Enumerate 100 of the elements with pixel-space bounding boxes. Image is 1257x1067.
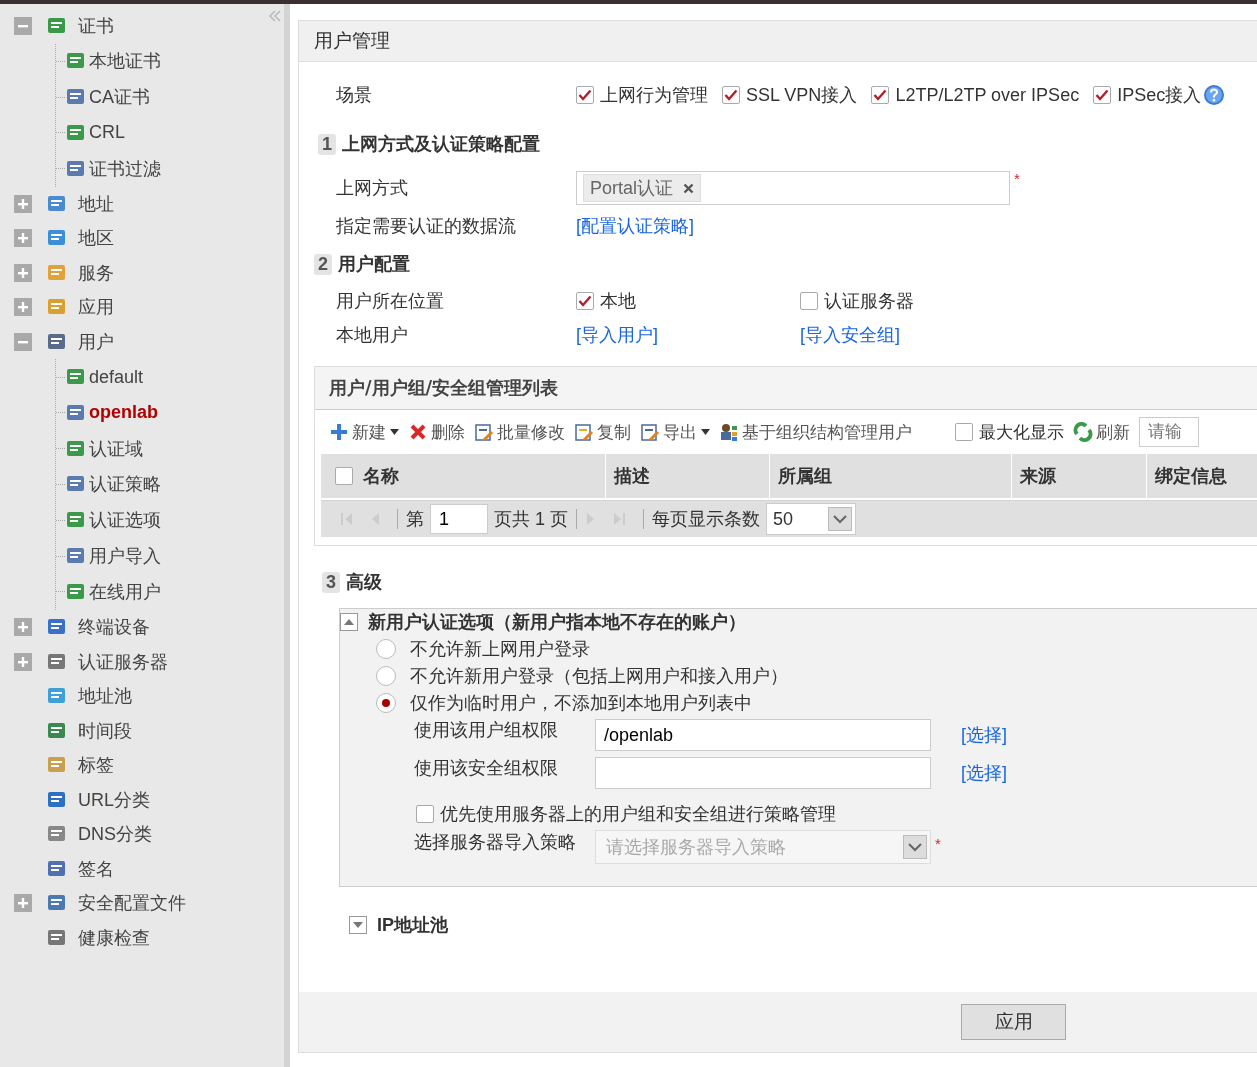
select-link[interactable]: [选择]	[961, 761, 1007, 785]
tree-item[interactable]: 本地证书	[89, 49, 161, 74]
toolbar-button[interactable]: 复制	[574, 420, 631, 444]
toolbar-button[interactable]: 新建	[329, 420, 399, 444]
expand-icon[interactable]	[14, 298, 32, 317]
caret-icon[interactable]	[701, 429, 710, 435]
tree-item[interactable]: 健康检查	[78, 925, 150, 950]
tree-item[interactable]: URL分类	[78, 787, 150, 812]
tag-chip: Portal认证	[583, 174, 702, 202]
tree-item[interactable]: 认证域	[89, 436, 143, 461]
chevron-down-icon[interactable]	[828, 507, 852, 531]
expand-icon[interactable]	[349, 916, 367, 934]
toolbar-button[interactable]: 删除	[408, 420, 465, 444]
tree-item[interactable]: 签名	[78, 856, 114, 881]
field-label: 使用该安全组权限	[414, 757, 559, 780]
page-size-select[interactable]: 50	[766, 503, 856, 535]
pager-text: 第	[406, 508, 424, 531]
import-link[interactable]: [导入用户]	[576, 325, 658, 345]
collapse-icon[interactable]	[14, 332, 32, 351]
checkbox[interactable]	[576, 86, 594, 104]
tree-item[interactable]: 地址池	[78, 684, 132, 708]
column-header[interactable]: 所属组	[778, 464, 832, 488]
checkbox[interactable]	[1093, 86, 1112, 104]
checkbox-label: 认证服务器	[824, 290, 914, 313]
expand-icon[interactable]	[14, 229, 32, 248]
collapse-icon[interactable]	[340, 613, 358, 631]
radio-button[interactable]	[376, 638, 396, 659]
expand-icon[interactable]	[14, 652, 32, 671]
tree-item[interactable]: CA证书	[89, 85, 150, 110]
checkbox[interactable]	[871, 86, 890, 104]
tree-item[interactable]: 服务	[78, 260, 114, 285]
column-header[interactable]: 描述	[614, 464, 650, 488]
tree-item[interactable]: 地区	[78, 226, 114, 251]
tag-input-field[interactable]: Portal认证	[576, 171, 1010, 205]
checkbox[interactable]	[722, 86, 740, 104]
tree-item[interactable]: default	[89, 366, 144, 388]
radio-button[interactable]	[376, 665, 396, 686]
checkbox-label: 优先使用服务器上的用户组和安全组进行策略管理	[440, 803, 836, 826]
column-header[interactable]: 绑定信息	[1155, 464, 1227, 488]
checkbox[interactable]	[416, 805, 434, 823]
field-label: 指定需要认证的数据流	[336, 215, 517, 238]
tree-item[interactable]: DNS分类	[78, 822, 152, 846]
user-group-field[interactable]: /openlab	[595, 719, 931, 751]
checkbox[interactable]	[955, 423, 973, 441]
tree-item[interactable]: 在线用户	[89, 579, 161, 604]
checkbox-label: 上网行为管理	[600, 84, 708, 107]
toolbar-button[interactable]: 导出	[640, 420, 710, 444]
collapse-sidebar-icon[interactable]	[268, 10, 282, 22]
refresh-button[interactable]: 刷新	[1073, 420, 1130, 444]
tree-item[interactable]: openlab	[89, 402, 158, 424]
column-header[interactable]: 名称	[363, 464, 399, 488]
checkbox-label: SSL VPN接入	[746, 84, 858, 107]
select-link[interactable]: [选择]	[961, 723, 1007, 747]
field-label: 使用该用户组权限	[414, 719, 559, 742]
tree-item[interactable]: CRL	[89, 122, 125, 144]
tree-item[interactable]: 终端设备	[78, 615, 150, 639]
expand-icon[interactable]	[14, 894, 32, 912]
page-number-field[interactable]: 1	[430, 504, 488, 534]
section-title: 用户配置	[338, 253, 410, 276]
tree-item[interactable]: 应用	[78, 295, 114, 320]
select-all-checkbox[interactable]	[335, 467, 353, 485]
search-field[interactable]: 请输	[1139, 417, 1199, 447]
remove-icon[interactable]	[683, 182, 695, 194]
expand-icon[interactable]	[14, 263, 32, 282]
tree-item[interactable]: 认证选项	[89, 508, 161, 533]
expand-icon[interactable]	[14, 618, 32, 636]
apply-button[interactable]: 应用	[961, 1004, 1066, 1040]
security-group-field[interactable]	[595, 757, 931, 789]
checkbox[interactable]	[800, 292, 818, 310]
section-title: 上网方式及认证策略配置	[342, 133, 540, 156]
tree-item[interactable]: 证书过滤	[89, 156, 161, 181]
tree-item[interactable]: 时间段	[78, 718, 132, 743]
tree-item[interactable]: 地址	[78, 191, 114, 216]
list-title: 用户/用户组/安全组管理列表	[315, 367, 1257, 410]
step-number: 2	[314, 253, 332, 275]
import-link[interactable]: [导入安全组]	[800, 325, 900, 345]
tree-item[interactable]: 用户	[78, 329, 114, 354]
caret-icon[interactable]	[390, 429, 399, 435]
checkbox-label: IPSec接入	[1117, 84, 1202, 107]
expand-icon[interactable]	[14, 194, 32, 213]
checkbox[interactable]	[576, 292, 594, 310]
required-mark: *	[935, 834, 941, 852]
tree-item[interactable]: 标签	[78, 753, 114, 777]
section-title: 高级	[346, 571, 382, 594]
document-icon	[474, 422, 494, 442]
panel-title: 用户管理	[299, 21, 1257, 62]
pager-text: 每页显示条数	[652, 508, 760, 531]
collapse-icon[interactable]	[14, 17, 32, 36]
column-header[interactable]: 来源	[1020, 464, 1056, 488]
toolbar-button[interactable]: 批量修改	[474, 420, 565, 444]
tree-item[interactable]: 认证策略	[89, 472, 161, 497]
configure-link[interactable]: [配置认证策略]	[576, 214, 694, 238]
radio-button[interactable]	[376, 692, 396, 713]
toolbar-button[interactable]: 基于组织结构管理用户	[719, 420, 912, 444]
tree-item[interactable]: 证书	[78, 14, 114, 39]
tree-item[interactable]: 认证服务器	[78, 649, 168, 674]
tree-item[interactable]: 安全配置文件	[78, 891, 186, 915]
help-icon[interactable]	[1203, 84, 1226, 106]
required-mark: *	[1014, 170, 1020, 187]
tree-item[interactable]: 用户导入	[89, 544, 161, 569]
